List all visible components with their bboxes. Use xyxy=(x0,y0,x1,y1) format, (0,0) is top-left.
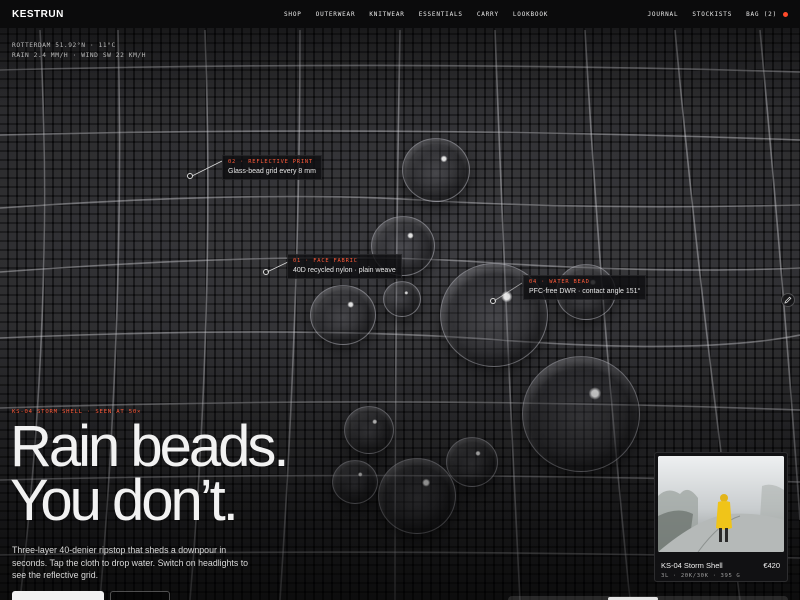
callout-desc: Glass-bead grid every 8 mm xyxy=(228,168,316,175)
callout-reflective-print: 02 · REFLECTIVE PRINT Glass-bead grid ev… xyxy=(222,155,322,180)
callout-desc: 40D recycled nylon · plain weave xyxy=(293,267,396,274)
weather-readout: ROTTERDAM 51.92°N · 11°C RAIN 2.4 MM/H ·… xyxy=(12,41,146,61)
callout-face-fabric: 01 · FACE FABRIC 40D recycled nylon · pl… xyxy=(287,254,402,279)
pencil-icon xyxy=(784,296,792,304)
callout-tag: 04 · WATER BEAD xyxy=(529,279,590,285)
product-photo-illustration xyxy=(658,456,784,552)
nav-link-lookbook[interactable]: LOOKBOOK xyxy=(513,11,548,18)
headline-line-1: Rain beads. xyxy=(10,414,290,479)
nav-primary-links: SHOP OUTERWEAR KNITWEAR ESSENTIALS CARRY… xyxy=(284,0,548,28)
headline-line-2: You don’t. xyxy=(10,468,239,533)
product-price: €420 xyxy=(763,561,780,570)
nav-secondary-links: JOURNAL STOCKISTS BAG (2) xyxy=(648,0,788,28)
callout-pin-water-bead[interactable] xyxy=(490,298,496,304)
edit-tool-button[interactable] xyxy=(781,293,795,307)
callout-tag: 02 · REFLECTIVE PRINT xyxy=(228,159,313,165)
nav-link-stockists[interactable]: STOCKISTS xyxy=(692,11,732,18)
callout-pin-face-fabric[interactable] xyxy=(263,269,269,275)
callout-pin-reflective[interactable] xyxy=(187,173,193,179)
callout-water-bead: 04 · WATER BEAD PFC-free DWR · contact a… xyxy=(523,275,647,300)
nav-link-bag[interactable]: BAG (2) xyxy=(746,11,777,18)
hero-headline: Rain beads. You don’t. xyxy=(10,414,290,533)
nav-link-journal[interactable]: JOURNAL xyxy=(648,11,679,18)
product-card[interactable]: KS-04 Storm Shell €420 3L · 20K/30K · 39… xyxy=(654,452,788,582)
nav-link-outerwear[interactable]: OUTERWEAR xyxy=(316,11,356,18)
secondary-cta-button[interactable] xyxy=(110,591,170,600)
callout-tag: 01 · FACE FABRIC xyxy=(293,258,358,264)
product-image xyxy=(658,456,784,552)
callout-desc: PFC-free DWR · contact angle 151° xyxy=(529,288,641,295)
nav-link-knitwear[interactable]: KNITWEAR xyxy=(369,11,404,18)
weather-location: ROTTERDAM 51.92°N · 11°C xyxy=(12,42,116,49)
product-name: KS-04 Storm Shell xyxy=(661,561,723,570)
nav-link-carry[interactable]: CARRY xyxy=(477,11,499,18)
primary-cta-button[interactable] xyxy=(12,591,104,600)
nav-link-essentials[interactable]: ESSENTIALS xyxy=(419,11,463,18)
bag-indicator-dot xyxy=(783,11,788,17)
top-nav: KESTRUN SHOP OUTERWEAR KNITWEAR ESSENTIA… xyxy=(0,0,800,28)
nav-link-shop[interactable]: SHOP xyxy=(284,11,302,18)
hero-subcopy: Three-layer 40-denier ripstop that sheds… xyxy=(12,545,249,580)
product-spec: 3L · 20K/30K · 395 G xyxy=(661,573,741,579)
brand-logo[interactable]: KESTRUN xyxy=(12,9,64,20)
weather-conditions: RAIN 2.4 MM/H · WIND SW 22 KM/H xyxy=(12,52,147,59)
bottom-control-bar[interactable] xyxy=(508,596,788,600)
